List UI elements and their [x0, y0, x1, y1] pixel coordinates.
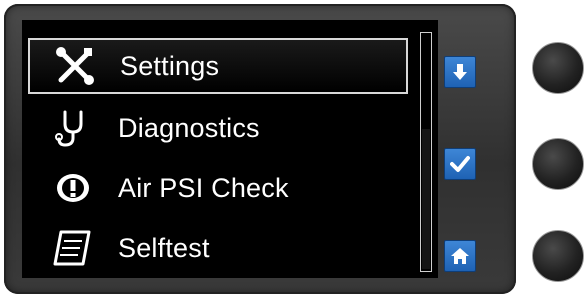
down-arrow-icon: [453, 64, 467, 80]
menu-item-label: Selftest: [118, 232, 210, 263]
stethoscope-icon: [28, 100, 118, 156]
menu-item-settings[interactable]: Settings: [28, 38, 408, 94]
checklist-icon: [28, 220, 118, 276]
hardware-button-3[interactable]: [532, 230, 584, 282]
wrench-screwdriver-icon: [30, 38, 120, 94]
menu-item-diagnostics[interactable]: Diagnostics: [28, 100, 408, 156]
device-bezel: Settings Diagnostics Air PSI Check Selft…: [4, 4, 516, 294]
menu-item-label: Settings: [120, 50, 220, 81]
menu-item-label: Diagnostics: [118, 112, 260, 143]
scroll-down-button[interactable]: [444, 56, 476, 88]
menu-item-selftest[interactable]: Selftest: [28, 220, 408, 276]
menu-scrollbar[interactable]: [420, 32, 432, 272]
menu-item-air-psi-check[interactable]: Air PSI Check: [28, 160, 408, 216]
scrollbar-thumb[interactable]: [422, 129, 430, 269]
hardware-button-2[interactable]: [532, 138, 584, 190]
home-button[interactable]: [444, 240, 476, 272]
confirm-button[interactable]: [444, 148, 476, 180]
checkmark-icon: [450, 156, 470, 172]
display-screen: Settings Diagnostics Air PSI Check Selft…: [22, 20, 438, 278]
hardware-button-1[interactable]: [532, 42, 584, 94]
home-icon: [451, 248, 469, 264]
pressure-warning-icon: [28, 160, 118, 216]
menu-item-label: Air PSI Check: [118, 172, 289, 203]
